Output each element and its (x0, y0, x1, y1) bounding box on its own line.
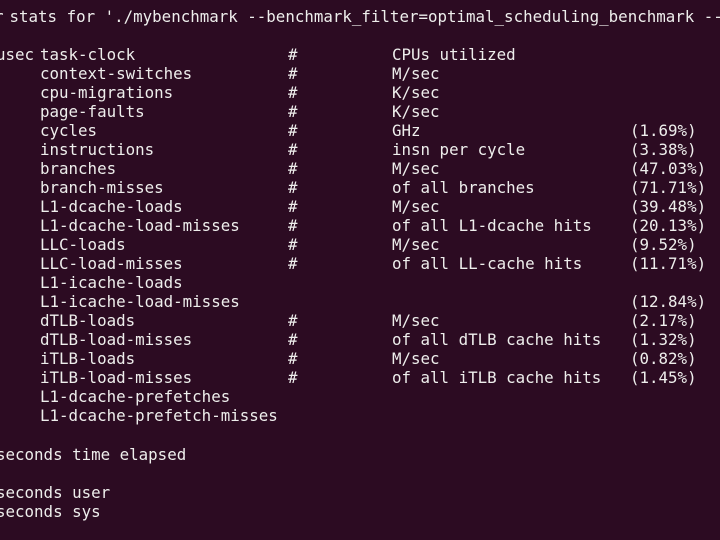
time-user-label: seconds user (0, 483, 111, 502)
comment-hash: # (288, 254, 298, 273)
comment-hash: # (288, 140, 298, 159)
counter-unit: M/sec (392, 235, 440, 254)
counter-event-name: L1-icache-loads (40, 273, 183, 292)
comment-hash: # (288, 349, 298, 368)
counter-unit: K/sec (392, 102, 440, 121)
comment-hash: # (288, 64, 298, 83)
comment-hash: # (288, 83, 298, 102)
comment-hash: # (288, 330, 298, 349)
counter-multiplex-pct: (1.69%) (630, 121, 697, 140)
counter-event-name: cycles (40, 121, 98, 140)
comment-hash: # (288, 102, 298, 121)
counter-event-name: L1-icache-load-misses (40, 292, 240, 311)
time-user-line: seconds user (0, 483, 110, 502)
comment-hash: # (288, 235, 298, 254)
counter-multiplex-pct: (71.71%) (630, 178, 707, 197)
counter-unit: M/sec (392, 311, 440, 330)
counter-unit: M/sec (392, 349, 440, 368)
counter-unit: insn per cycle (392, 140, 526, 159)
comment-hash: # (288, 159, 298, 178)
time-elapsed-line: seconds time elapsed (0, 445, 186, 464)
counter-unit: CPUs utilized (392, 45, 516, 64)
counter-unit: M/sec (392, 159, 440, 178)
counter-multiplex-pct: (2.17%) (630, 311, 697, 330)
comment-hash: # (288, 216, 298, 235)
comment-hash: # (288, 368, 298, 387)
counter-unit: of all LL-cache hits (392, 254, 583, 273)
counter-unit: of all iTLB cache hits (392, 368, 602, 387)
counter-unit: M/sec (392, 197, 440, 216)
counter-multiplex-pct: (9.52%) (630, 235, 697, 254)
comment-hash: # (288, 45, 298, 64)
comment-hash: # (288, 178, 298, 197)
comment-hash: # (288, 121, 298, 140)
counter-event-name: context-switches (40, 64, 193, 83)
counter-event-name: LLC-loads (40, 235, 126, 254)
time-sys-label: seconds sys (0, 502, 101, 521)
counter-event-name: page-faults (40, 102, 145, 121)
counter-unit: M/sec (392, 64, 440, 83)
time-sys-line: seconds sys (0, 502, 101, 521)
counter-event-name: branch-misses (40, 178, 164, 197)
counter-multiplex-pct: (12.84%) (630, 292, 707, 311)
counter-unit: of all dTLB cache hits (392, 330, 602, 349)
counter-event-name: instructions (40, 140, 155, 159)
counter-unit: of all L1-dcache hits (392, 216, 592, 235)
counter-multiplex-pct: (1.32%) (630, 330, 697, 349)
terminal-window[interactable]: r stats for './mybenchmark --benchmark_f… (0, 0, 720, 540)
counter-multiplex-pct: (1.45%) (630, 368, 697, 387)
counter-event-name: iTLB-load-misses (40, 368, 193, 387)
counter-multiplex-pct: (0.82%) (630, 349, 697, 368)
counter-event-name: L1-dcache-loads (40, 197, 183, 216)
counter-multiplex-pct: (3.38%) (630, 140, 697, 159)
comment-hash: # (288, 311, 298, 330)
counter-event-name: cpu-migrations (40, 83, 174, 102)
counter-event-name: L1-dcache-prefetches (40, 387, 231, 406)
counter-multiplex-pct: (47.03%) (630, 159, 707, 178)
counter-unit: GHz (392, 121, 421, 140)
counter-event-name: task-clock (40, 45, 136, 64)
header-text: stats for './mybenchmark --benchmark_fil… (0, 7, 720, 26)
counter-prefix: usec (0, 45, 35, 64)
counter-multiplex-pct: (20.13%) (630, 216, 707, 235)
counter-multiplex-pct: (11.71%) (630, 254, 707, 273)
counter-event-name: LLC-load-misses (40, 254, 183, 273)
counter-event-name: iTLB-loads (40, 349, 136, 368)
counter-unit: of all branches (392, 178, 535, 197)
counter-event-name: L1-dcache-load-misses (40, 216, 240, 235)
counter-unit: K/sec (392, 83, 440, 102)
counter-multiplex-pct: (39.48%) (630, 197, 707, 216)
time-elapsed-label: seconds time elapsed (0, 445, 187, 464)
counter-event-name: dTLB-loads (40, 311, 136, 330)
perf-stat-header: r stats for './mybenchmark --benchmark_f… (0, 7, 720, 26)
counter-event-name: dTLB-load-misses (40, 330, 193, 349)
comment-hash: # (288, 197, 298, 216)
counter-event-name: L1-dcache-prefetch-misses (40, 406, 278, 425)
counter-event-name: branches (40, 159, 117, 178)
